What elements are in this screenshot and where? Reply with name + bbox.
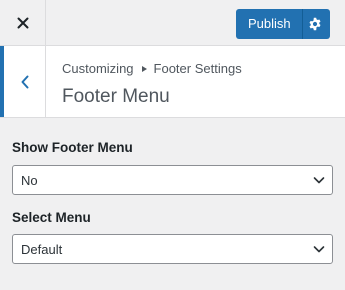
select-menu-select[interactable]: Default bbox=[12, 234, 333, 264]
breadcrumb-parent: Footer Settings bbox=[153, 61, 242, 76]
gear-icon bbox=[309, 17, 321, 31]
select-menu-value: Default bbox=[21, 242, 63, 257]
breadcrumb-arrow-icon bbox=[141, 66, 147, 72]
show-footer-menu-label: Show Footer Menu bbox=[12, 140, 133, 155]
close-icon bbox=[17, 17, 28, 28]
chevron-left-icon bbox=[21, 75, 28, 88]
show-footer-menu-select[interactable]: No bbox=[12, 165, 333, 195]
publish-settings-button[interactable] bbox=[306, 16, 324, 32]
publish-button[interactable]: Publish bbox=[236, 9, 330, 39]
breadcrumb-root: Customizing bbox=[62, 61, 134, 76]
chevron-down-icon bbox=[313, 246, 325, 253]
publish-label: Publish bbox=[248, 16, 291, 31]
customizer-header: Publish bbox=[0, 0, 345, 46]
chevron-down-icon bbox=[313, 177, 325, 184]
publish-divider bbox=[302, 9, 303, 39]
back-button[interactable] bbox=[0, 46, 46, 117]
section-title: Footer Menu bbox=[62, 86, 170, 107]
breadcrumb: Customizing Footer Settings bbox=[62, 61, 242, 77]
section-header: Customizing Footer Settings Footer Menu bbox=[0, 46, 345, 118]
close-customizer-button[interactable] bbox=[0, 0, 46, 45]
show-footer-menu-value: No bbox=[21, 173, 38, 188]
select-menu-label: Select Menu bbox=[12, 210, 91, 225]
